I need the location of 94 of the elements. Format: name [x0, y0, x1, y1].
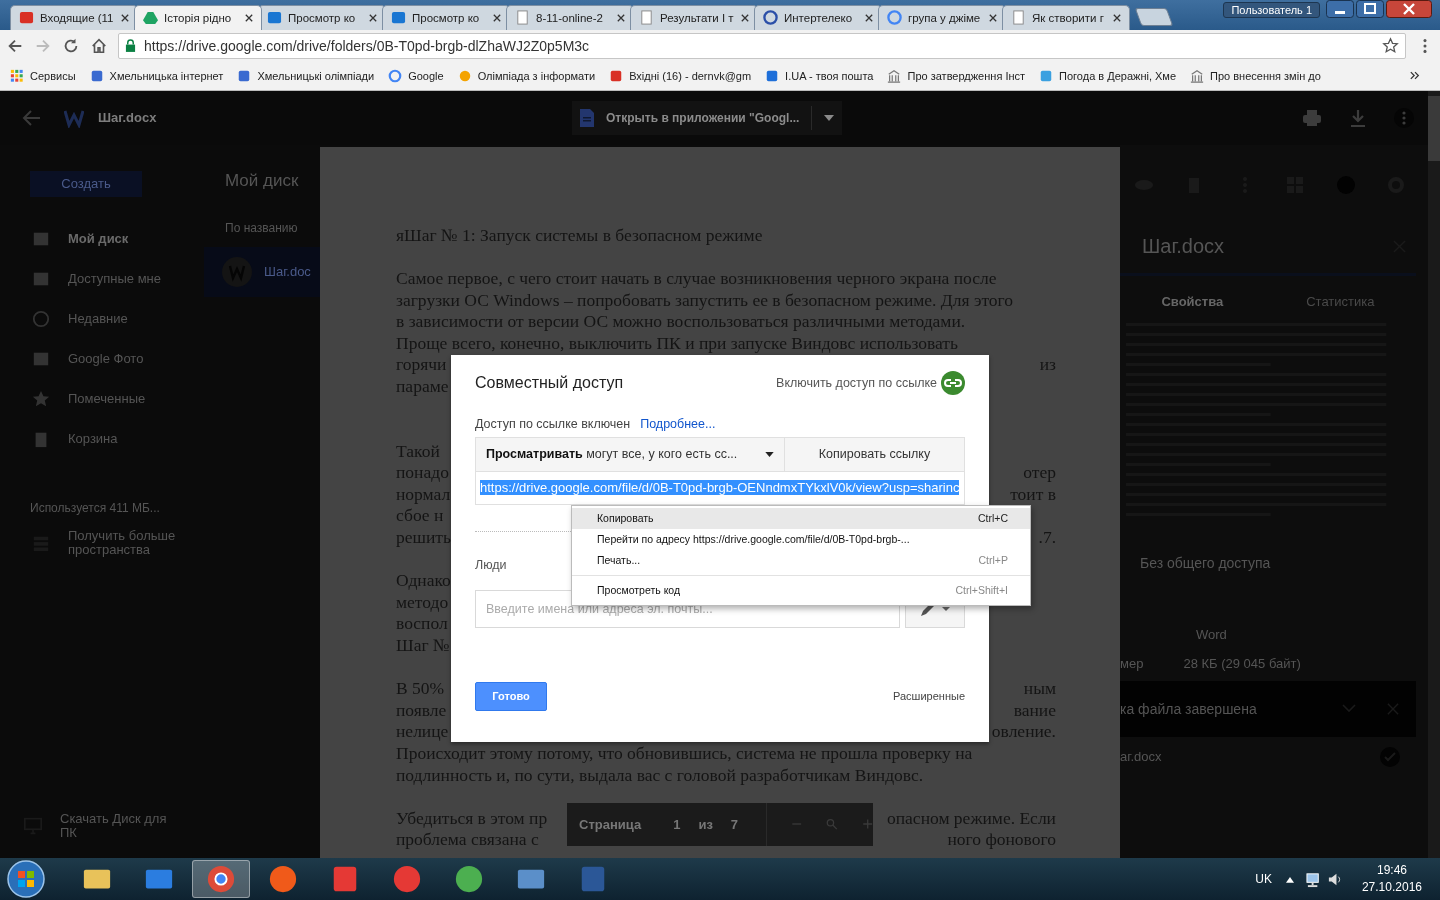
type-value: Word [1195, 625, 1228, 642]
language-indicator[interactable]: UK [1255, 872, 1272, 886]
close-icon[interactable] [369, 13, 377, 22]
menu-item[interactable]: Копировать Ctrl+C [572, 507, 1030, 529]
close-icon[interactable] [493, 13, 501, 22]
browser-tab[interactable]: Історія рідно [134, 4, 262, 30]
link-sharing-toggle[interactable]: Включить доступ по ссылке [776, 375, 937, 390]
clock-time[interactable]: 19:46 [1376, 862, 1407, 879]
close-icon[interactable] [245, 13, 253, 22]
bookmark-item[interactable]: Вхідні (16) - dernvk@gm [609, 68, 752, 83]
tray-expand-icon[interactable] [1285, 875, 1294, 883]
size-label: мер [1120, 655, 1144, 671]
bookmark-item[interactable]: Google [388, 68, 444, 83]
profile-badge[interactable]: Пользователь 1 [1223, 2, 1320, 18]
nav-item[interactable]: Мой диск [0, 218, 204, 259]
bookmark-icon [457, 68, 472, 83]
address-field[interactable]: https://drive.google.com/drive/folders/0B-T0pd-brgb-dlZhaWJ2Z0p5M3c [118, 32, 1406, 59]
copy-link-button[interactable]: Копировать ссылку [785, 436, 965, 472]
close-icon[interactable] [989, 13, 997, 22]
people-label: Люди [475, 557, 507, 572]
bookmark-icon [237, 68, 252, 83]
page-number[interactable]: 1 [673, 816, 681, 832]
page-total: 7 [730, 816, 739, 832]
bookmark-item[interactable]: Про внесення змін до [1190, 68, 1321, 83]
learn-more-link[interactable]: Подробнее... [640, 416, 716, 431]
app-icon [206, 864, 236, 894]
favicon-icon [639, 10, 654, 26]
favicon-icon [19, 10, 34, 26]
menu-item[interactable]: Перейти по адресу https://drive.google.com/file/d/0B-T0pd-brgb-... [572, 528, 1030, 550]
minimize-icon[interactable] [1326, 0, 1354, 18]
home-icon[interactable] [90, 36, 108, 55]
menu-item[interactable]: Печать... Ctrl+P [572, 549, 1030, 571]
file-title: Шаг.docx [98, 110, 158, 126]
caret-icon [824, 114, 835, 121]
bookmark-item[interactable]: Олімпіада з інформати [457, 68, 596, 83]
dialog-title: Совместный доступ [475, 373, 625, 392]
taskbar-app[interactable] [192, 860, 250, 898]
upload-title: ка файла завершена [1120, 700, 1258, 717]
details-title: Шаг.docx [1142, 235, 1225, 259]
bookmark-item[interactable]: Хмельницькі олімпіади [237, 68, 375, 83]
uploaded-file: аг.docx [1120, 749, 1162, 765]
sharing-status: Без общего доступа [1139, 553, 1272, 571]
document-icon [580, 108, 594, 127]
storage-text: Используется 411 МБ... [30, 500, 161, 515]
close-icon[interactable] [617, 13, 625, 22]
nav-icon [32, 309, 50, 328]
nav-icon [32, 389, 50, 408]
bookmark-icon [388, 68, 403, 83]
app-icon [392, 864, 422, 894]
close-icon[interactable] [741, 13, 749, 22]
favicon-icon [267, 10, 282, 26]
browser-tab[interactable]: Як створити г [1002, 4, 1130, 30]
bookmark-item[interactable]: Погода в Деражні, Хме [1039, 68, 1177, 83]
clock-date[interactable]: 27.10.2016 [1361, 879, 1422, 896]
bookmark-icon [89, 68, 104, 83]
bookmark-icon [887, 68, 902, 83]
reload-icon[interactable] [62, 36, 80, 55]
favicon-icon [763, 10, 778, 26]
page-of: из [698, 816, 713, 832]
advanced-link[interactable]: Расширенные [893, 690, 965, 703]
bookmark-icon [10, 68, 24, 83]
bookmark-item[interactable]: Хмельницька інтернет [89, 68, 224, 83]
start-button[interactable] [6, 859, 46, 899]
bookmark-icon [1190, 68, 1205, 83]
app-icon [454, 864, 484, 894]
favicon-icon [143, 10, 158, 26]
lock-icon [125, 39, 136, 53]
favicon-icon [887, 10, 902, 26]
more-bookmarks-icon[interactable] [1410, 71, 1420, 81]
open-with-button[interactable]: Открыть в приложении "Googl... [572, 100, 843, 135]
scrollbar[interactable] [1428, 90, 1440, 859]
close-icon[interactable] [865, 13, 873, 22]
bookmark-item[interactable]: I.UA - твоя пошта [765, 68, 874, 83]
bookmark-item[interactable]: Про затвердження Інст [887, 68, 1026, 83]
app-icon [268, 864, 298, 894]
favicon-icon [515, 10, 530, 26]
favicon-icon [391, 10, 406, 26]
close-icon[interactable] [121, 13, 129, 22]
close-icon[interactable] [1113, 13, 1121, 22]
bookmark-icon [765, 68, 780, 83]
caret-icon [765, 451, 774, 457]
check-icon [1380, 746, 1400, 767]
close-icon[interactable] [1386, 0, 1432, 18]
favicon-icon [1011, 10, 1026, 26]
access-dropdown[interactable]: Просматривать могут все, у кого есть сс... [475, 436, 785, 472]
bookmark-star-icon[interactable] [1382, 37, 1399, 55]
link-status: Доступ по ссылке включен [475, 416, 631, 431]
size-value: 28 КБ (29 045 байт) [1183, 655, 1301, 671]
link-icon[interactable] [941, 370, 965, 395]
maximize-icon[interactable] [1356, 0, 1384, 18]
bookmark-item[interactable]: Сервисы [10, 68, 76, 83]
bookmark-icon [1039, 68, 1054, 83]
bookmark-icon [609, 68, 624, 83]
page-label: Страница [579, 816, 642, 832]
